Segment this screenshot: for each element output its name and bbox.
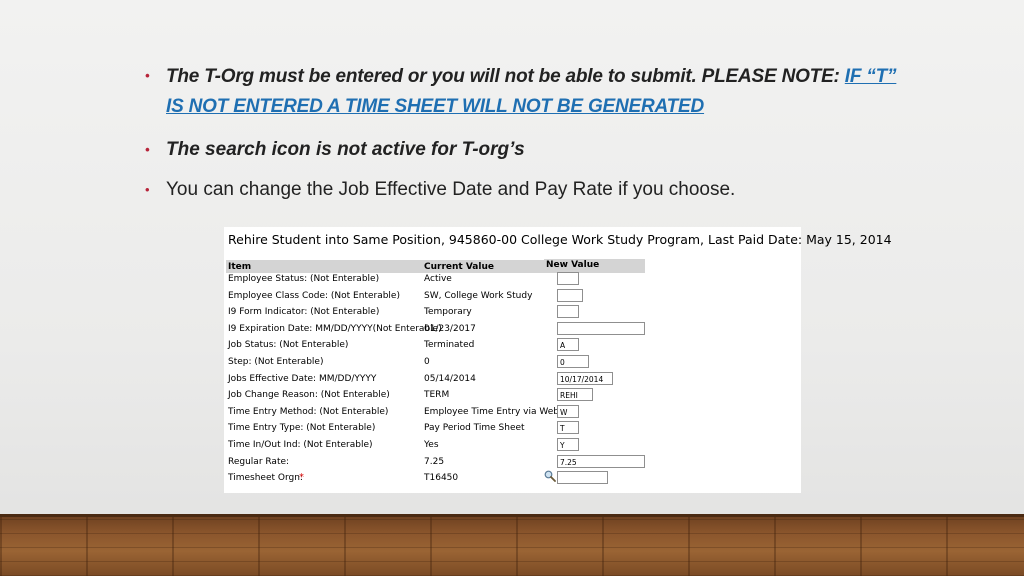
bullet-dot: • [145, 142, 150, 157]
row-current-value: Active [424, 274, 452, 284]
table-row: Regular Rate: 7.25 7.25 [224, 454, 801, 472]
bullet-text: The T-Org must be entered or you will no… [166, 66, 845, 87]
bullet-list: • The T-Org must be entered or you will … [145, 62, 965, 204]
search-icon[interactable] [544, 470, 556, 483]
rehire-form-screenshot: Rehire Student into Same Position, 94586… [224, 227, 892, 493]
row-current-value: 7.25 [424, 456, 445, 467]
bullet-change-date-rate: • You can change the Job Effective Date … [145, 176, 965, 204]
row-current-value: TERM [424, 390, 450, 401]
note-link-part1[interactable]: IF “T” [845, 66, 897, 87]
new-value-input[interactable]: Y [557, 438, 579, 451]
row-item-label: Job Change Reason: (Not Enterable) [228, 390, 390, 401]
row-current-value: Pay Period Time Sheet [424, 423, 525, 434]
row-item-label: Regular Rate: [228, 456, 290, 467]
row-current-value: Temporary [424, 307, 472, 318]
new-value-input[interactable] [557, 305, 579, 319]
row-item-label: Jobs Effective Date: MM/DD/YYYY [228, 373, 377, 384]
new-value-input[interactable]: A [557, 338, 579, 352]
table-row: Employee Class Code: (Not Enterable) SW, … [224, 288, 801, 306]
table-row: Time Entry Method: (Not Enterable) Employ… [224, 404, 801, 422]
table-row: Job Status: (Not Enterable) Terminated A [224, 338, 801, 355]
table-row: Step: (Not Enterable) 0 0 [224, 355, 801, 372]
bullet-dot: • [145, 68, 150, 83]
bullet-text: You can change the Job Effective Date an… [166, 179, 736, 200]
new-value-input[interactable]: W [557, 404, 579, 418]
row-current-value: 01/23/2017 [424, 323, 476, 334]
wood-floor [0, 514, 1024, 576]
row-current-value: 0 [424, 357, 430, 367]
row-current-value: Employee Time Entry via Web [424, 406, 559, 417]
bullet-dot: • [145, 182, 150, 197]
slide: • The T-Org must be entered or you will … [0, 0, 1024, 514]
new-value-input[interactable]: REHI [557, 388, 593, 402]
bullet-search-icon-note: • The search icon is not active for T-or… [145, 136, 965, 164]
row-current-value: Yes [424, 440, 439, 450]
table-row: Employee Status: (Not Enterable) Active [224, 272, 801, 289]
new-value-input[interactable] [557, 288, 583, 302]
table-row: I9 Form Indicator: (Not Enterable) Tempor… [224, 305, 801, 322]
bullet-torg-required: • The T-Org must be entered or you will … [145, 62, 965, 122]
table-row: Job Change Reason: (Not Enterable) TERM RE… [224, 388, 801, 405]
table-row: I9 Expiration Date: MM/DD/YYYY(Not Enter… [224, 321, 801, 339]
new-value-input[interactable]: 7.25 [557, 454, 645, 468]
bullet-text: The search icon is not active for T-org’… [166, 139, 525, 160]
table-row: Timesheet Orgn: * T16450 [224, 470, 801, 488]
new-value-input[interactable] [557, 321, 645, 335]
row-item-label: Employee Class Code: (Not Enterable) [228, 290, 400, 301]
row-item-label: Time Entry Type: (Not Enterable) [228, 423, 376, 434]
row-item-label: Employee Status: (Not Enterable) [228, 274, 380, 284]
row-item-label: Timesheet Orgn: [228, 473, 303, 484]
row-item-label: I9 Form Indicator: (Not Enterable) [228, 307, 380, 318]
new-value-input[interactable]: 10/17/2014 [557, 371, 613, 385]
new-value-input[interactable]: T [557, 421, 579, 435]
row-item-label: Time In/Out Ind: (Not Enterable) [228, 440, 373, 450]
table-row: Time Entry Type: (Not Enterable) Pay Peri… [224, 421, 801, 438]
row-current-value: Terminated [424, 340, 475, 351]
table-row: Time In/Out Ind: (Not Enterable) Yes Y [224, 438, 801, 455]
header-new-value: New Value [546, 260, 600, 270]
row-item-label: Job Status: (Not Enterable) [228, 340, 349, 351]
row-current-value: SW, College Work Study [424, 290, 533, 301]
new-value-input[interactable] [557, 272, 579, 285]
row-current-value: 05/14/2014 [424, 373, 476, 384]
row-current-value: T16450 [424, 473, 459, 484]
new-value-input[interactable] [557, 471, 608, 485]
row-item-label: Time Entry Method: (Not Enterable) [228, 406, 389, 417]
table-row: Jobs Effective Date: MM/DD/YYYY 05/14/201… [224, 371, 801, 389]
form-title: Rehire Student into Same Position, 94586… [228, 232, 892, 247]
new-value-input[interactable]: 0 [557, 355, 589, 368]
row-item-label: I9 Expiration Date: MM/DD/YYYY(Not Enter… [228, 323, 442, 334]
row-item-label: Step: (Not Enterable) [228, 357, 324, 367]
note-link-part2[interactable]: IS NOT ENTERED A TIME SHEET WILL NOT BE … [166, 96, 704, 117]
required-asterisk: * [299, 472, 304, 484]
